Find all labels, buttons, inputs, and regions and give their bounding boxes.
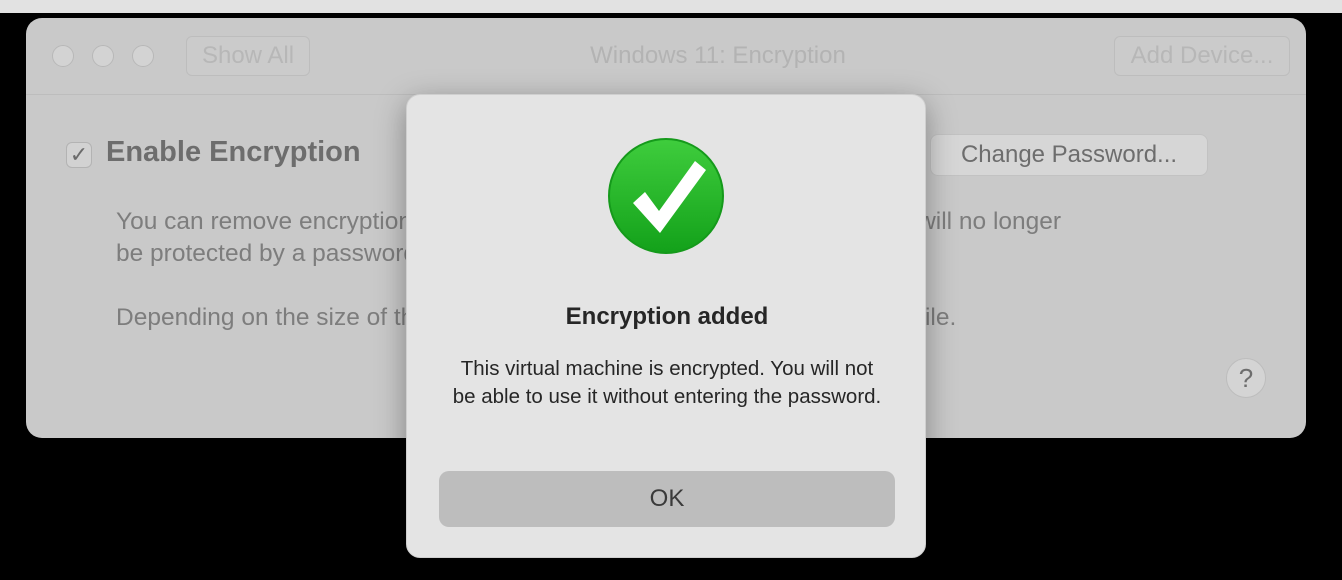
show-all-button[interactable]: Show All <box>186 36 310 76</box>
change-password-button[interactable]: Change Password... <box>930 134 1208 176</box>
add-device-button[interactable]: Add Device... <box>1114 36 1290 76</box>
help-button[interactable]: ? <box>1226 358 1266 398</box>
enable-encryption-label[interactable]: Enable Encryption <box>106 136 361 169</box>
ok-button[interactable]: OK <box>439 471 895 527</box>
close-window-button[interactable] <box>52 45 74 67</box>
minimize-window-button[interactable] <box>92 45 114 67</box>
zoom-window-button[interactable] <box>132 45 154 67</box>
enable-encryption-checkbox[interactable]: ✓ <box>66 142 92 168</box>
title-bar: Show All Windows 11: Encryption Add Devi… <box>26 18 1306 95</box>
encryption-added-alert: Encryption added This virtual machine is… <box>406 94 926 558</box>
alert-message: This virtual machine is encrypted. You w… <box>452 357 882 408</box>
alert-title: Encryption added <box>565 303 769 330</box>
menu-bar-strip <box>0 0 1342 13</box>
checkmark-circle-icon <box>608 138 724 254</box>
